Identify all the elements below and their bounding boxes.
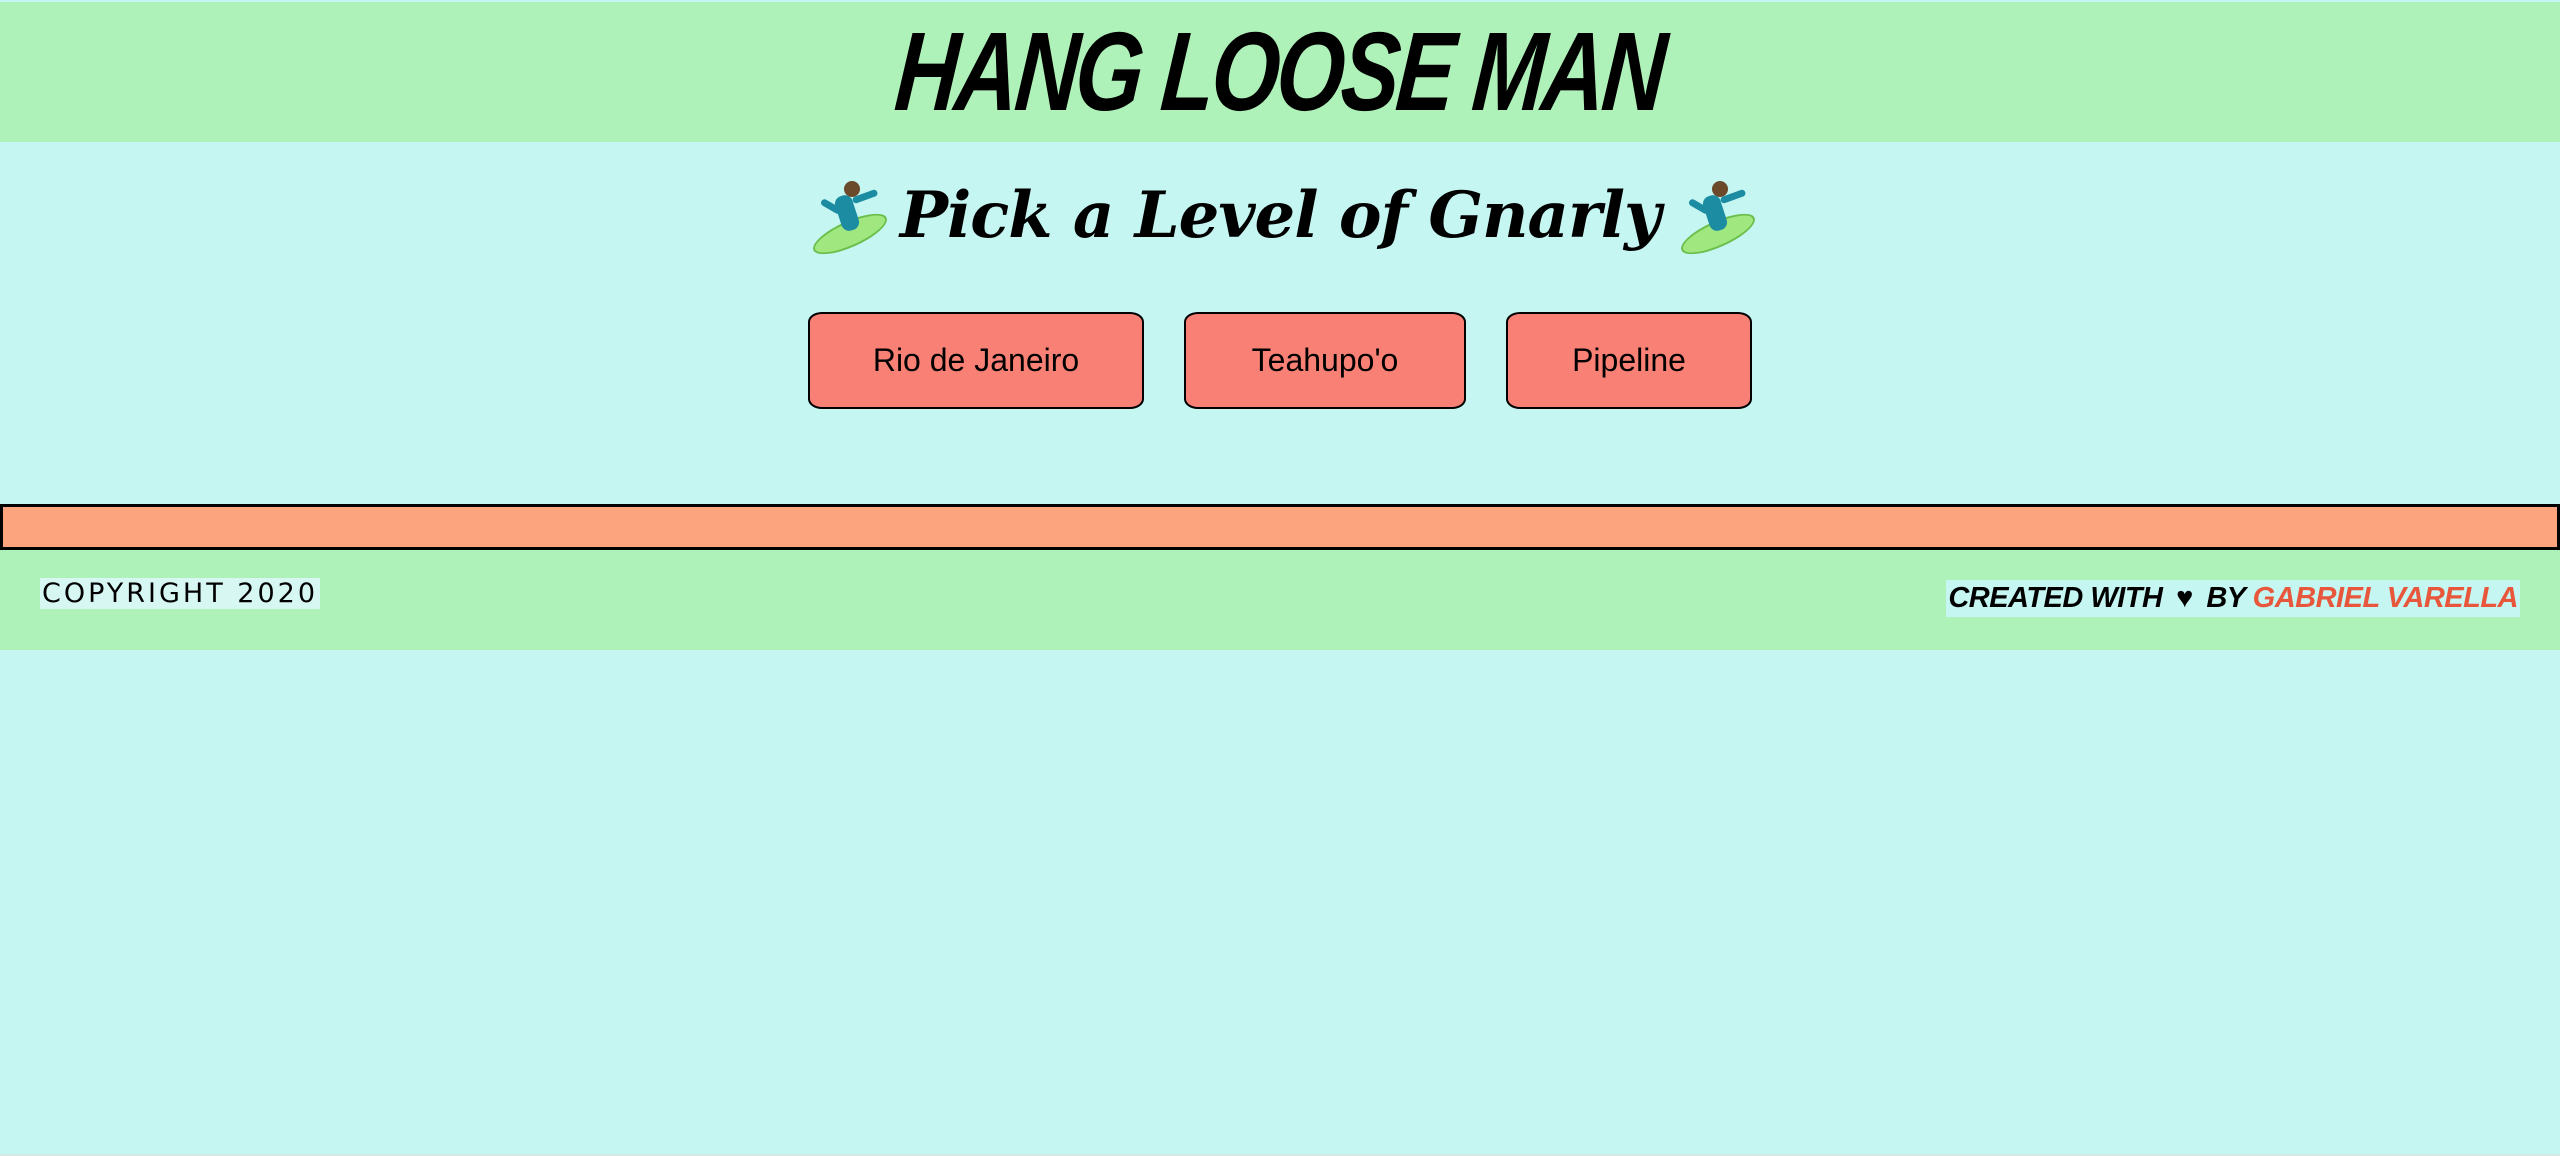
credit-prefix: CREATED WITH xyxy=(1948,582,2163,614)
surfer-head xyxy=(843,181,860,197)
site-title: HANG LOOSE MAN xyxy=(891,9,1669,134)
author-link[interactable]: GABRIEL VARELLA xyxy=(2253,582,2519,614)
credit-by: BY xyxy=(2206,582,2246,614)
subtitle-row: Pick a Level of Gnarly xyxy=(0,160,2560,270)
pipeline-button[interactable]: Pipeline xyxy=(1506,312,1752,409)
result-bar xyxy=(0,504,2560,550)
person-surfing-icon xyxy=(1674,175,1761,263)
site-footer: COPYRIGHT 2020 CREATED WITH ♥ BY GABRIEL… xyxy=(0,550,2560,650)
copyright-text: COPYRIGHT 2020 xyxy=(40,578,321,609)
rio-de-janeiro-button[interactable]: Rio de Janeiro xyxy=(808,312,1144,409)
site-header: HANG LOOSE MAN xyxy=(0,2,2560,142)
heart-icon: ♥ xyxy=(2176,582,2193,614)
credit-text: CREATED WITH ♥ BY GABRIEL VARELLA xyxy=(1946,580,2520,617)
person-surfing-icon xyxy=(806,175,892,263)
page-subtitle: Pick a Level of Gnarly xyxy=(899,177,1661,253)
teahupoo-button[interactable]: Teahupo'o xyxy=(1184,312,1466,409)
